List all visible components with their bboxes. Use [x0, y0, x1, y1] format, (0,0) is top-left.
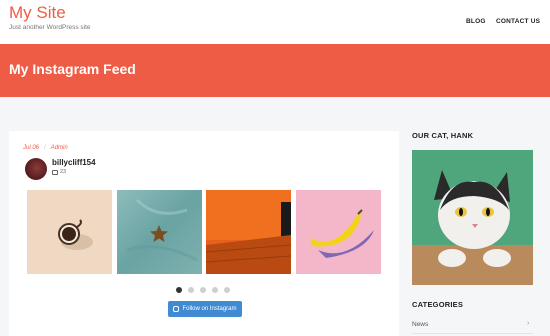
divider [412, 333, 533, 334]
feed-photo[interactable] [296, 190, 381, 274]
category-link-news[interactable]: News [412, 321, 428, 328]
carousel-dot[interactable] [188, 287, 194, 293]
carousel-dot[interactable] [224, 287, 230, 293]
page-title: My Instagram Feed [9, 61, 136, 77]
orange-room-icon [206, 190, 291, 274]
carousel-dot[interactable] [200, 287, 206, 293]
carousel-dot[interactable] [176, 287, 182, 293]
banana-icon [310, 209, 374, 258]
feed-photo[interactable] [27, 190, 112, 274]
page-banner: My Instagram Feed [0, 44, 550, 97]
starfish-icon [126, 198, 198, 262]
follow-label: Follow on Instagram [182, 306, 237, 312]
cat-image [412, 150, 533, 285]
images-icon [52, 169, 58, 175]
sidebar-cat-heading: OUR CAT, HANK [412, 131, 474, 140]
carousel-pagination [176, 287, 236, 293]
site-title[interactable]: My Site [9, 3, 66, 23]
instagram-icon [173, 306, 180, 312]
carousel-dot[interactable] [212, 287, 218, 293]
instagram-username[interactable]: billycliff154 [52, 158, 96, 167]
feed-photo[interactable] [206, 190, 291, 274]
cat-photo [412, 150, 533, 285]
site-tagline: Just another WordPress site [9, 24, 91, 31]
site-header: My Site Just another WordPress site BLOG… [0, 0, 550, 44]
sidebar-categories-heading: CATEGORIES [412, 300, 464, 309]
post-date[interactable]: Jul 06 [23, 145, 39, 151]
meta-separator: / [44, 145, 46, 151]
post-author[interactable]: Admin [51, 145, 68, 151]
chevron-right-icon: › [527, 320, 530, 327]
feed-photo[interactable] [117, 190, 202, 274]
coffee-cup-icon [58, 219, 93, 250]
nav-item-blog[interactable]: BLOG [466, 18, 486, 25]
nav-item-contact-us[interactable]: CONTACT US [496, 18, 540, 25]
media-count-value: 23 [60, 169, 67, 175]
avatar[interactable] [25, 158, 47, 180]
post-card: Jul 06 / Admin billycliff154 23 Follow on … [9, 131, 399, 336]
post-meta: Jul 06 / Admin [23, 145, 68, 151]
follow-on-instagram-button[interactable]: Follow on Instagram [168, 301, 242, 317]
media-count: 23 [52, 169, 66, 175]
